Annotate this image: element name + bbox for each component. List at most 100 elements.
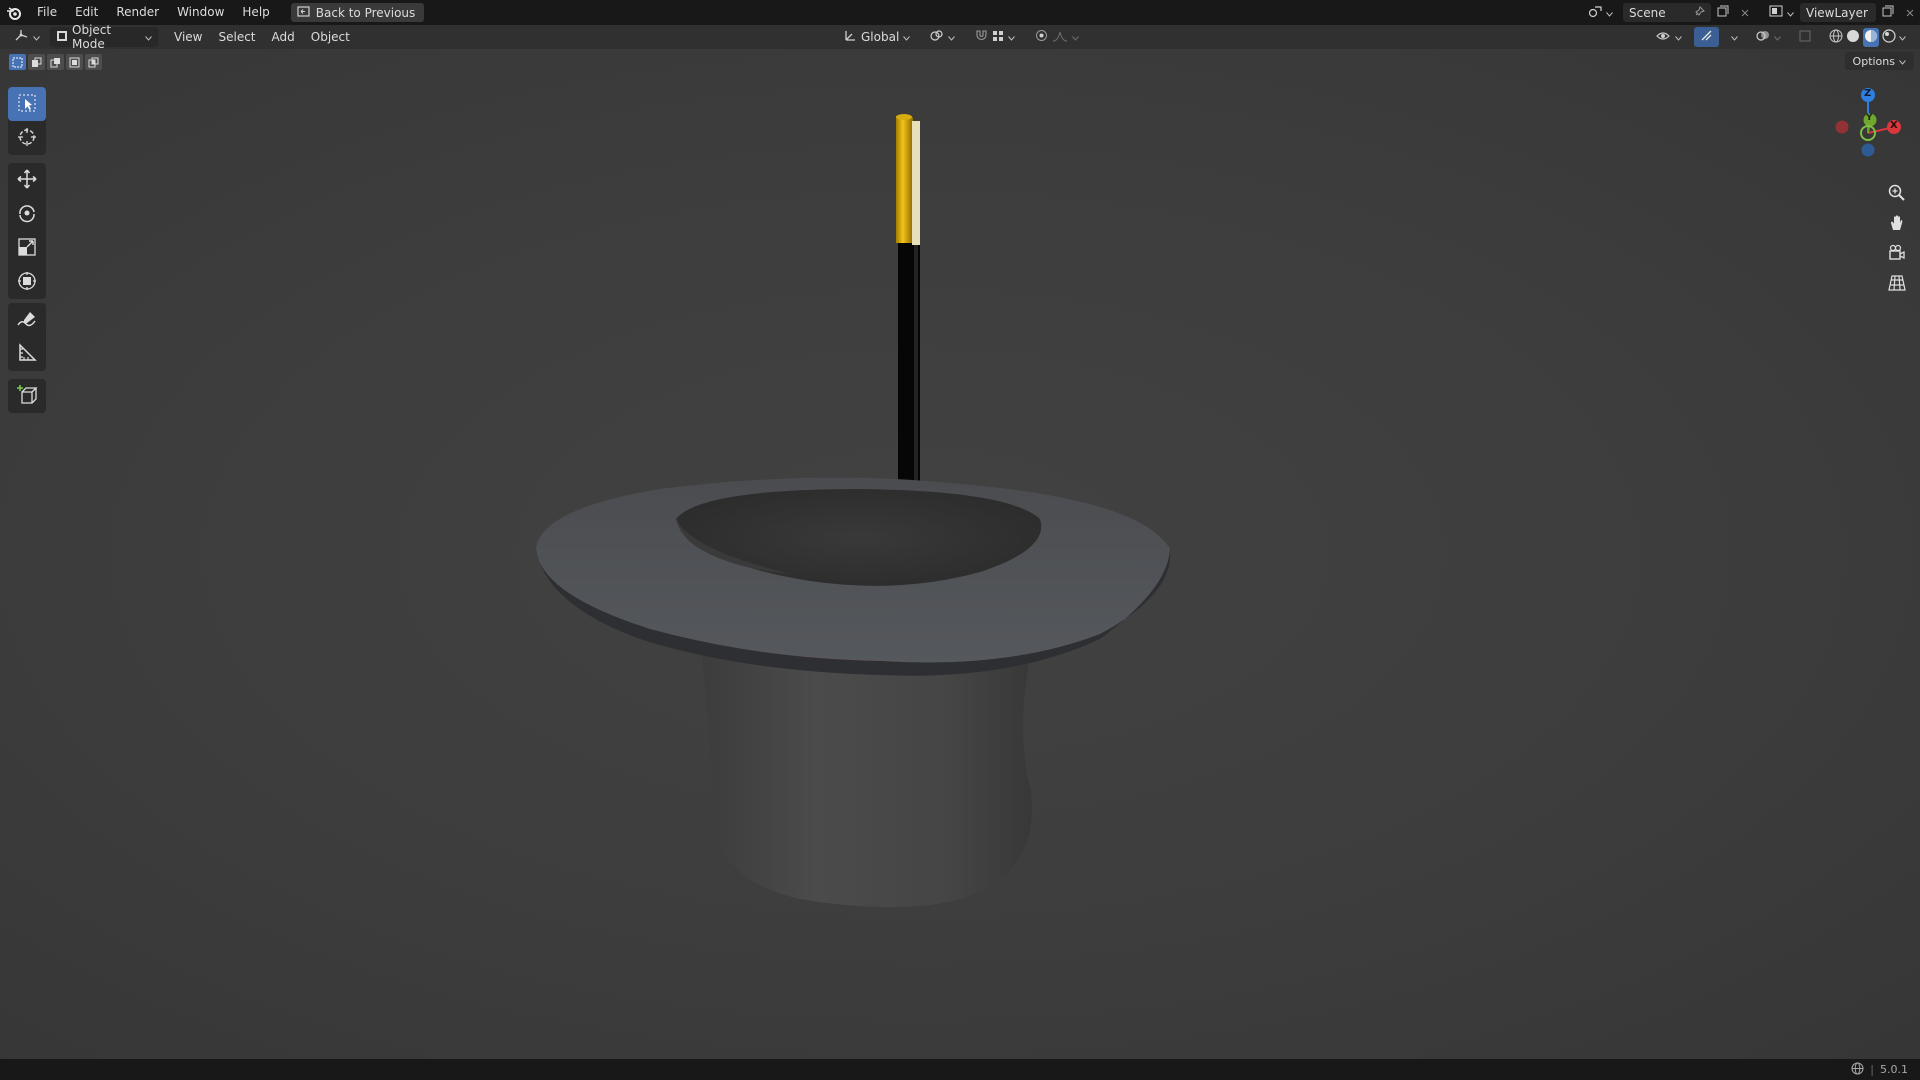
close-icon (1906, 6, 1914, 20)
gizmo-dropdown[interactable] (1725, 27, 1744, 47)
chevron-down-icon (1787, 6, 1794, 20)
duplicate-icon (1717, 5, 1729, 20)
snap-toggle[interactable] (969, 27, 1021, 47)
rendered-shading-icon[interactable] (1882, 28, 1896, 46)
menu-object[interactable]: Object (303, 25, 358, 49)
3d-viewport-icon (14, 29, 29, 45)
transform-icon (17, 271, 37, 294)
chevron-down-icon (1774, 30, 1781, 44)
scale-tool[interactable] (8, 231, 46, 265)
select-subtract-icon[interactable] (47, 54, 64, 70)
chevron-down-icon (145, 30, 152, 44)
camera-view-button[interactable] (1884, 241, 1910, 267)
solid-shading-icon[interactable] (1846, 29, 1860, 46)
move-icon (17, 169, 37, 192)
menu-view[interactable]: View (166, 25, 210, 49)
add-cube-icon (16, 384, 38, 409)
select-intersect-icon[interactable] (85, 54, 102, 70)
visibility-dropdown[interactable] (1650, 27, 1688, 47)
transform-orientation-dropdown[interactable]: Global (838, 27, 916, 47)
xray-icon (1799, 30, 1811, 45)
object-mode-icon (56, 30, 68, 45)
viewport-header: Object Mode View Select Add Object Globa… (0, 23, 1920, 51)
gizmo-y-label: Y (1866, 113, 1873, 123)
camera-icon (1888, 244, 1906, 265)
editor-type-button[interactable] (8, 27, 46, 47)
rotate-tool[interactable] (8, 197, 46, 231)
select-box-tool[interactable] (8, 87, 46, 121)
status-divider: | (1870, 1063, 1874, 1076)
navigation-gizmo[interactable]: Z X Y (1828, 79, 1908, 159)
hand-icon (1888, 214, 1906, 235)
chevron-down-icon[interactable] (1899, 30, 1906, 44)
cursor-tool[interactable] (8, 121, 46, 155)
back-to-previous-label: Back to Previous (315, 5, 416, 20)
scene-name: Scene (1629, 5, 1666, 20)
gizmo-z-label: Z (1864, 88, 1872, 99)
pan-button[interactable] (1884, 211, 1910, 237)
chevron-down-icon (1606, 6, 1613, 20)
menu-edit[interactable]: Edit (66, 0, 107, 25)
menu-window[interactable]: Window (168, 0, 233, 25)
wireframe-shading-icon[interactable] (1829, 29, 1843, 46)
chevron-down-icon (33, 30, 40, 44)
new-viewlayer-button[interactable] (1876, 3, 1900, 23)
toolbar-group-annotate (8, 303, 46, 371)
close-icon (1741, 6, 1749, 20)
menu-add[interactable]: Add (264, 25, 303, 49)
perspective-toggle-button[interactable] (1884, 271, 1910, 297)
blender-logo-icon[interactable] (0, 0, 28, 25)
chevron-down-icon (903, 30, 911, 44)
select-extend-icon[interactable] (28, 54, 45, 70)
toolbar-group-select (8, 87, 46, 155)
zoom-icon (1888, 184, 1906, 205)
viewlayer-selector-button[interactable] (1763, 3, 1800, 23)
menu-select[interactable]: Select (210, 25, 263, 49)
viewlayer-icon (1769, 5, 1783, 20)
object-mode-dropdown[interactable]: Object Mode (50, 23, 158, 51)
chevron-down-icon (1731, 30, 1738, 44)
xray-toggle[interactable] (1793, 27, 1817, 47)
move-tool[interactable] (8, 163, 46, 197)
menu-render[interactable]: Render (107, 0, 168, 25)
add-cube-tool[interactable] (8, 379, 46, 413)
menu-file[interactable]: File (28, 0, 66, 25)
chevron-down-icon (1008, 30, 1016, 44)
delete-viewlayer-button[interactable] (1900, 3, 1920, 23)
network-globe-icon[interactable] (1851, 1062, 1864, 1078)
magnet-icon (975, 29, 988, 45)
screen-back-icon (297, 5, 310, 20)
falloff-icon (1052, 30, 1068, 45)
delete-scene-button[interactable] (1735, 3, 1755, 23)
chevron-down-icon (1899, 55, 1906, 68)
duplicate-icon (1882, 5, 1894, 20)
pin-icon[interactable] (1694, 5, 1705, 20)
new-scene-button[interactable] (1711, 3, 1735, 23)
status-bar: | 5.0.1 (0, 1059, 1920, 1080)
options-dropdown[interactable]: Options (1844, 52, 1914, 70)
measure-tool[interactable] (8, 337, 46, 371)
back-to-previous-button[interactable]: Back to Previous (290, 3, 425, 22)
select-new-icon[interactable] (9, 54, 26, 70)
viewlayer-name-field[interactable]: ViewLayer (1800, 3, 1876, 22)
menu-help[interactable]: Help (233, 0, 278, 25)
toolbar-group-add (8, 379, 46, 413)
gizmo-toggle[interactable] (1694, 27, 1719, 47)
object-mode-label: Object Mode (72, 23, 112, 51)
material-preview-icon[interactable] (1863, 27, 1879, 47)
annotate-tool[interactable] (8, 303, 46, 337)
scene-selector-button[interactable] (1582, 3, 1619, 23)
pivot-point-dropdown[interactable] (924, 27, 961, 47)
select-invert-icon[interactable] (66, 54, 83, 70)
viewlayer-name: ViewLayer (1806, 5, 1868, 20)
top-hat (536, 477, 1171, 907)
select-box-icon (17, 93, 37, 116)
grid-perspective-icon (1888, 274, 1906, 295)
3d-viewport[interactable]: Options Z X Y (0, 49, 1920, 1059)
zoom-button[interactable] (1884, 181, 1910, 207)
transform-tool[interactable] (8, 265, 46, 299)
overlays-toggle[interactable] (1750, 27, 1787, 47)
annotate-icon (16, 309, 38, 332)
proportional-editing-toggle[interactable] (1029, 27, 1085, 47)
scene-name-field[interactable]: Scene (1623, 3, 1711, 22)
